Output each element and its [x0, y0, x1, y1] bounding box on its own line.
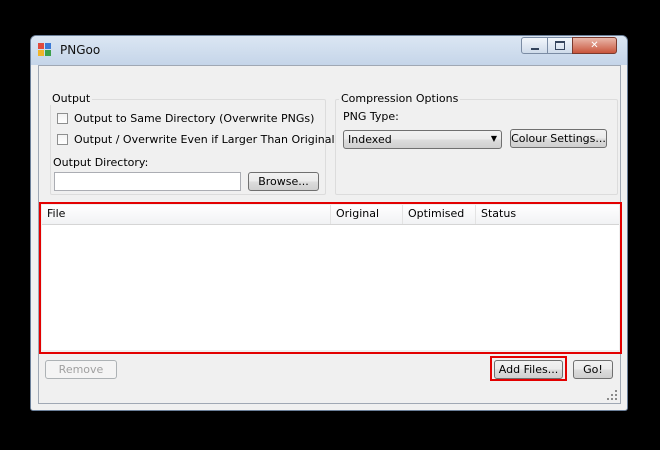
client-area: Output Output to Same Directory (Overwri… [38, 65, 622, 404]
close-icon: ✕ [590, 40, 599, 51]
file-list[interactable]: File Original Optimised Status [42, 205, 619, 350]
window-title: PNGoo [60, 43, 101, 57]
maximize-icon [555, 41, 565, 50]
output-group-title: Output [50, 92, 93, 105]
png-type-select[interactable]: Indexed ▼ [343, 130, 502, 149]
go-button[interactable]: Go! [573, 360, 613, 379]
checkbox-box[interactable] [57, 113, 68, 124]
chevron-down-icon: ▼ [490, 134, 497, 143]
png-type-label: PNG Type: [343, 110, 399, 123]
overwrite-larger-checkbox[interactable]: Output / Overwrite Even if Larger Than O… [57, 133, 335, 146]
maximize-button[interactable] [547, 37, 573, 54]
png-type-value: Indexed [348, 133, 392, 146]
pngoo-app-icon [38, 43, 52, 57]
minimize-button[interactable] [521, 37, 548, 54]
file-list-body[interactable] [42, 225, 619, 350]
colour-settings-button[interactable]: Colour Settings... [510, 129, 607, 148]
output-directory-input[interactable] [54, 172, 241, 191]
title-bar[interactable]: PNGoo ✕ [31, 36, 627, 65]
remove-button[interactable]: Remove [45, 360, 117, 379]
resize-grip-icon[interactable] [607, 390, 617, 400]
pngoo-window: PNGoo ✕ Output Output to Same Directory … [30, 35, 628, 411]
output-directory-label: Output Directory: [53, 156, 149, 169]
file-list-header: File Original Optimised Status [42, 205, 619, 225]
close-button[interactable]: ✕ [572, 37, 617, 54]
overwrite-larger-label[interactable]: Output / Overwrite Even if Larger Than O… [74, 133, 335, 146]
checkbox-box[interactable] [57, 134, 68, 145]
same-directory-label[interactable]: Output to Same Directory (Overwrite PNGs… [74, 112, 314, 125]
compression-group-title: Compression Options [339, 92, 461, 105]
column-header-status[interactable]: Status [476, 205, 619, 224]
browse-button[interactable]: Browse... [248, 172, 319, 191]
column-header-optimised[interactable]: Optimised [403, 205, 476, 224]
same-directory-checkbox[interactable]: Output to Same Directory (Overwrite PNGs… [57, 112, 314, 125]
add-files-button[interactable]: Add Files... [494, 360, 563, 379]
minimize-icon [530, 47, 539, 50]
column-header-file[interactable]: File [42, 205, 331, 224]
column-header-original[interactable]: Original [331, 205, 403, 224]
